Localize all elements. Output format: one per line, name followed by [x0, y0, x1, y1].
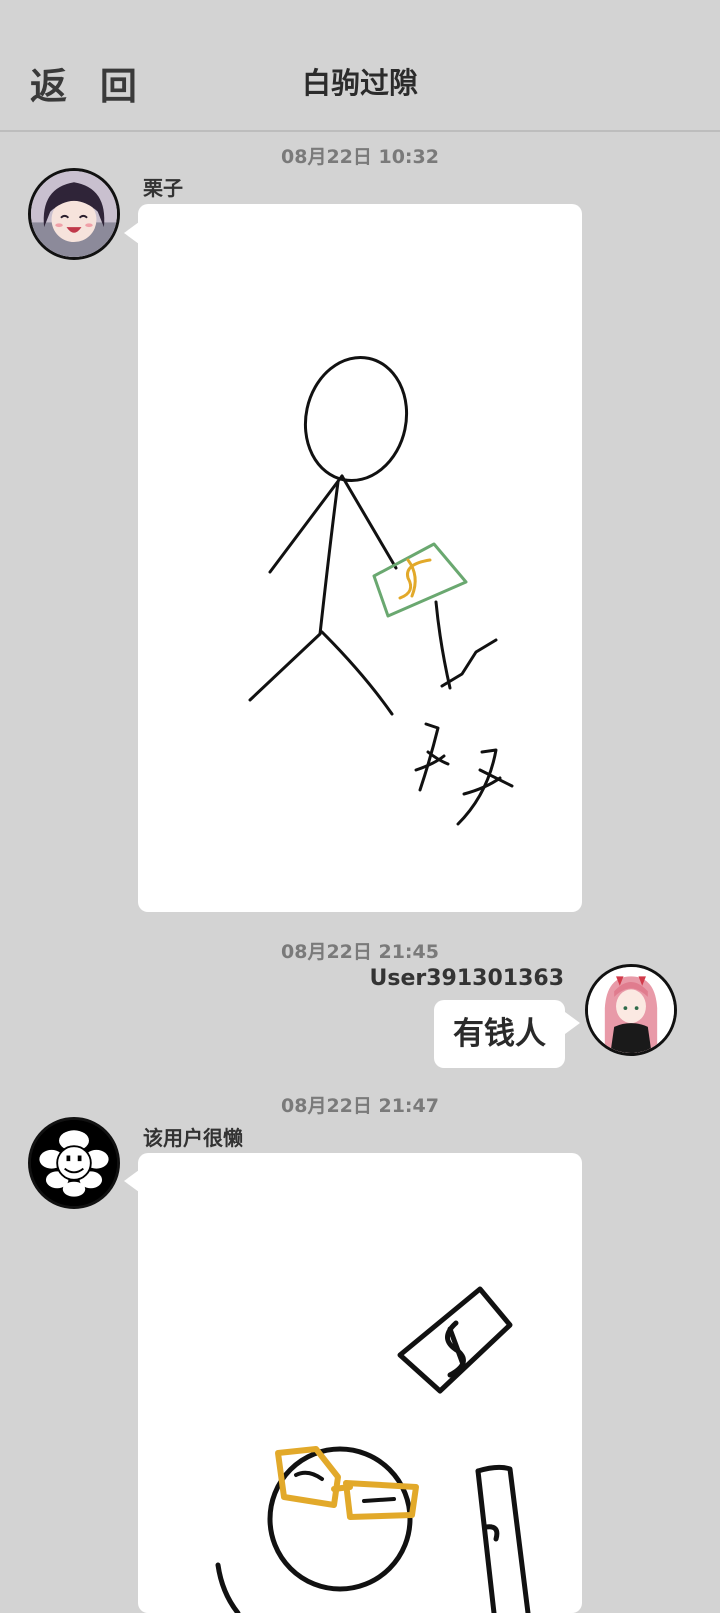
- bubble-tail: [565, 1012, 580, 1034]
- money-face-drawing: [215, 1286, 531, 1613]
- text-message-bubble[interactable]: 有钱人: [434, 1000, 565, 1068]
- sender-name: 栗子: [143, 176, 183, 200]
- message-text: 有钱人: [453, 1016, 546, 1052]
- stick-figure-money-drawing: [248, 355, 514, 826]
- sender-name: User391301363: [369, 966, 565, 991]
- message-timestamp: 08月22日 10:32: [281, 146, 439, 168]
- drawing-message-bubble[interactable]: [138, 1153, 582, 1613]
- message-timestamp: 08月22日 21:45: [281, 941, 439, 963]
- top-bar: 返 回 白驹过隙: [0, 0, 720, 132]
- message-timestamp: 08月22日 21:47: [281, 1095, 439, 1117]
- bubble-tail: [124, 1170, 139, 1192]
- anime-girl-pink-hair-avatar[interactable]: [585, 964, 677, 1056]
- chat-title: 白驹过隙: [301, 66, 418, 100]
- flower-face-avatar[interactable]: [28, 1117, 120, 1209]
- bubble-tail: [124, 222, 139, 244]
- sender-name: 该用户很懒: [143, 1126, 243, 1150]
- anime-girl-dark-hair-avatar[interactable]: [28, 168, 120, 260]
- drawing-message-bubble[interactable]: [138, 204, 582, 912]
